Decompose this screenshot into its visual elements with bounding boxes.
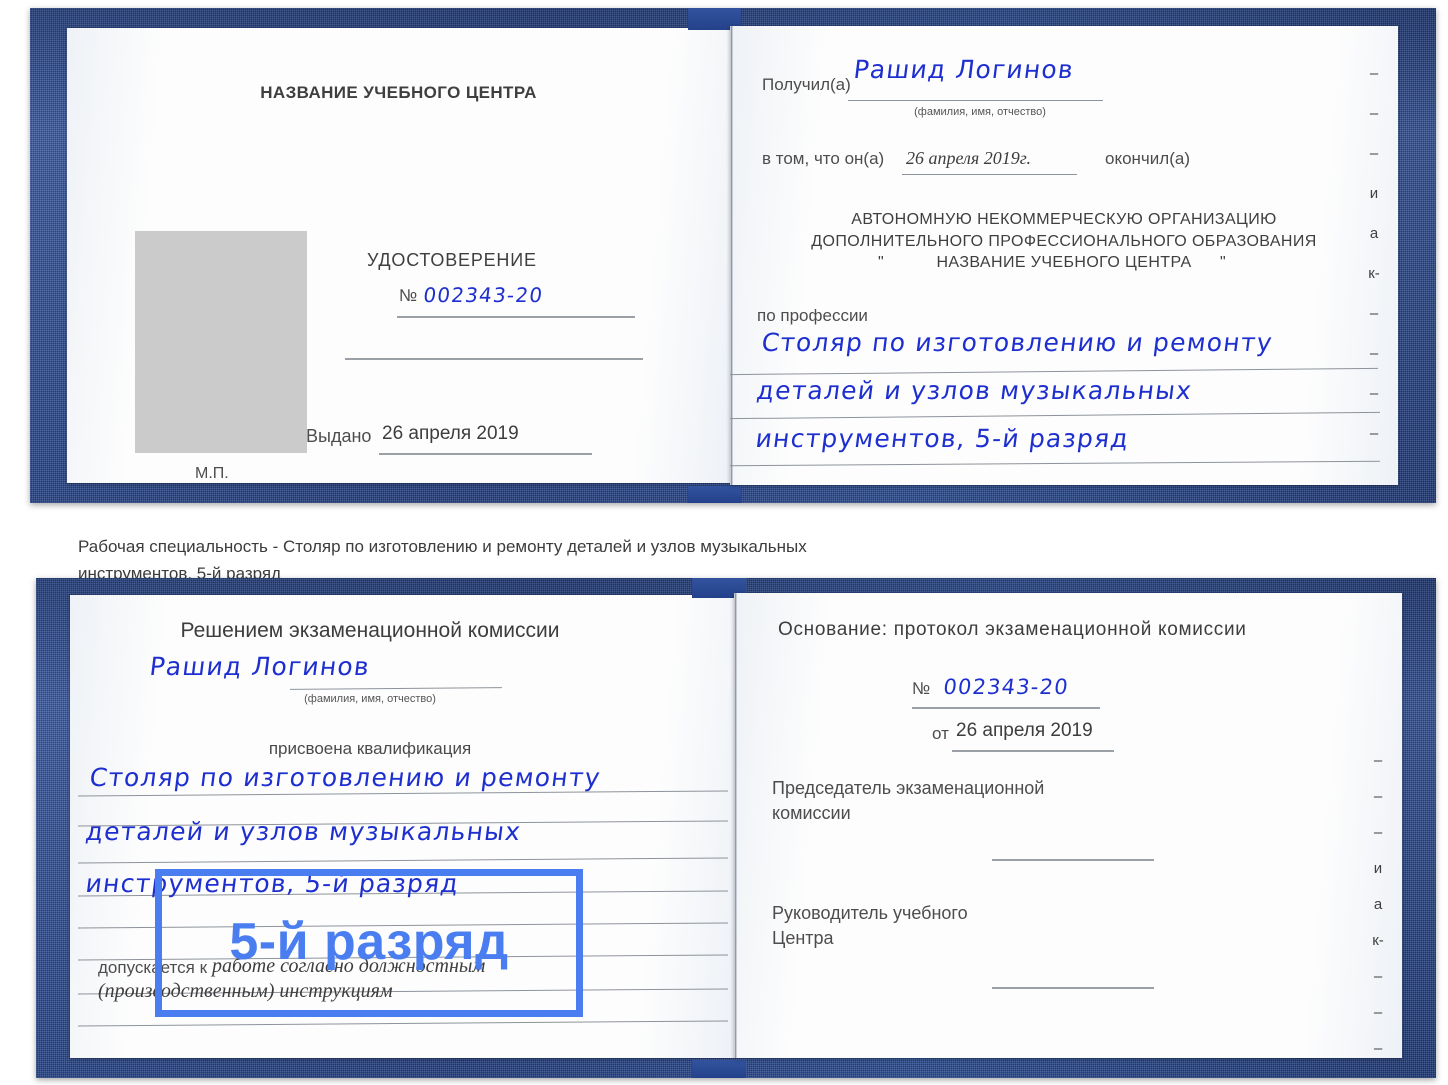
received-label: Получил(а) xyxy=(762,75,851,94)
chair-title-line-1: Председатель экзаменационной xyxy=(772,778,1045,798)
edge-fragment: – xyxy=(1369,305,1379,322)
photo-placeholder xyxy=(135,231,307,453)
certificate-top: НАЗВАНИЕ УЧЕБНОГО ЦЕНТРА УДОСТОВЕРЕНИЕ №… xyxy=(30,8,1436,503)
edge-fragment: – xyxy=(1373,968,1383,985)
profession-rule-1 xyxy=(730,367,1378,376)
caption-line-1: Рабочая специальность - Столяр по изгото… xyxy=(78,537,807,556)
edge-fragment: и xyxy=(1373,860,1383,877)
graduate-name-rule xyxy=(289,687,503,690)
issued-rule xyxy=(379,453,592,455)
org-line-1: АВТОНОМНУЮ НЕКОММЕРЧЕСКУЮ ОРГАНИЗАЦИЮ xyxy=(851,211,1277,228)
certificate-number-label: № xyxy=(399,286,418,305)
bottom-right-page: Основание: протокол экзаменационной коми… xyxy=(734,593,1402,1058)
edge-fragment: – xyxy=(1369,145,1379,162)
edge-fragment: – xyxy=(1369,425,1379,442)
udostoverenie-title: УДОСТОВЕРЕНИЕ xyxy=(367,250,537,270)
highlight-callout-text: 5-й разряд xyxy=(229,913,509,971)
profession-line-2: деталей и узлов музыкальных xyxy=(755,376,1195,405)
issued-label: Выдано xyxy=(306,426,372,446)
received-rule xyxy=(848,100,1103,101)
protocol-date-rule xyxy=(952,750,1114,752)
edge-fragment-column-top: – – – и а к- – – – – xyxy=(1360,54,1388,454)
received-name-value: Рашид Логинов xyxy=(852,55,1076,84)
edge-fragment: – xyxy=(1373,824,1383,841)
certificate-number-rule xyxy=(397,316,635,318)
issued-value: 26 апреля 2019 xyxy=(382,423,519,444)
statement-prefix: в том, что он(а) xyxy=(762,149,885,168)
blank-rule-top-left xyxy=(345,358,643,360)
edge-fragment: а xyxy=(1369,225,1379,242)
top-right-page: Получил(а) Рашид Логинов (фамилия, имя, … xyxy=(730,26,1398,485)
profession-line-3: инструментов, 5-й разряд xyxy=(754,424,1131,453)
seal-label: М.П. xyxy=(195,465,229,482)
edge-fragment: – xyxy=(1373,752,1383,769)
protocol-number-rule xyxy=(912,707,1100,709)
page-spine-line xyxy=(734,593,737,1058)
protocol-date-label: от xyxy=(932,724,949,743)
basis-line: Основание: протокол экзаменационной коми… xyxy=(778,619,1247,640)
org-line-2: ДОПОЛНИТЕЛЬНОГО ПРОФЕССИОНАЛЬНОГО ОБРАЗО… xyxy=(811,233,1317,250)
profession-line-1: Столяр по изготовлению и ремонту xyxy=(760,328,1275,357)
form-rule-8 xyxy=(78,1020,728,1027)
chair-signature-rule xyxy=(992,859,1154,861)
edge-fragment: а xyxy=(1373,896,1383,913)
qualification-line-2: деталей и узлов музыкальных xyxy=(84,817,524,846)
profession-rule-2 xyxy=(730,411,1380,420)
graduate-name-value: Рашид Логинов xyxy=(148,652,372,681)
chair-title-line-2: комиссии xyxy=(772,803,851,823)
statement-date-rule xyxy=(902,174,1077,175)
top-left-page: НАЗВАНИЕ УЧЕБНОГО ЦЕНТРА УДОСТОВЕРЕНИЕ №… xyxy=(67,28,730,483)
certificate-number-value: 002343-20 xyxy=(422,283,545,307)
protocol-number-value: 002343-20 xyxy=(942,675,1071,699)
edge-fragment: и xyxy=(1369,185,1379,202)
edge-fragment: – xyxy=(1373,1040,1383,1057)
edge-fragment-column-bottom: – – – и а к- – – – xyxy=(1364,743,1392,1067)
edge-fragment: – xyxy=(1373,1004,1383,1021)
page-spine-line xyxy=(730,26,733,485)
protocol-number-label: № xyxy=(912,679,931,698)
bottom-spine-tab-bottom xyxy=(692,1060,746,1078)
head-title-line-2: Центра xyxy=(772,928,834,948)
edge-fragment: – xyxy=(1373,788,1383,805)
edge-fragment: – xyxy=(1369,105,1379,122)
training-center-name-header: НАЗВАНИЕ УЧЕБНОГО ЦЕНТРА xyxy=(260,83,537,102)
commission-decision-header: Решением экзаменационной комиссии xyxy=(180,619,560,642)
protocol-date-value: 26 апреля 2019 xyxy=(956,720,1093,741)
top-spine-tab-bottom xyxy=(688,486,741,503)
form-rule-3 xyxy=(78,857,728,864)
edge-fragment: – xyxy=(1369,385,1379,402)
head-title-line-1: Руководитель учебного xyxy=(772,903,968,923)
profession-rule-3 xyxy=(730,460,1380,467)
qualification-line-1: Столяр по изготовлению и ремонту xyxy=(88,763,603,792)
fio-hint-top: (фамилия, имя, отчество) xyxy=(914,106,1046,118)
statement-date: 26 апреля 2019г. xyxy=(906,148,1032,168)
fio-hint-bottom: (фамилия, имя, отчество) xyxy=(304,693,436,705)
profession-label: по профессии xyxy=(757,306,868,325)
head-signature-rule xyxy=(992,987,1154,989)
org-quote-close: " xyxy=(1220,254,1227,271)
edge-fragment: к- xyxy=(1372,932,1384,949)
statement-suffix: окончил(а) xyxy=(1105,149,1190,168)
org-line-3: НАЗВАНИЕ УЧЕБНОГО ЦЕНТРА xyxy=(936,254,1192,271)
edge-fragment: – xyxy=(1369,65,1379,82)
edge-fragment: к- xyxy=(1368,265,1380,282)
edge-fragment: – xyxy=(1369,345,1379,362)
qualification-label: присвоена квалификация xyxy=(268,739,472,758)
